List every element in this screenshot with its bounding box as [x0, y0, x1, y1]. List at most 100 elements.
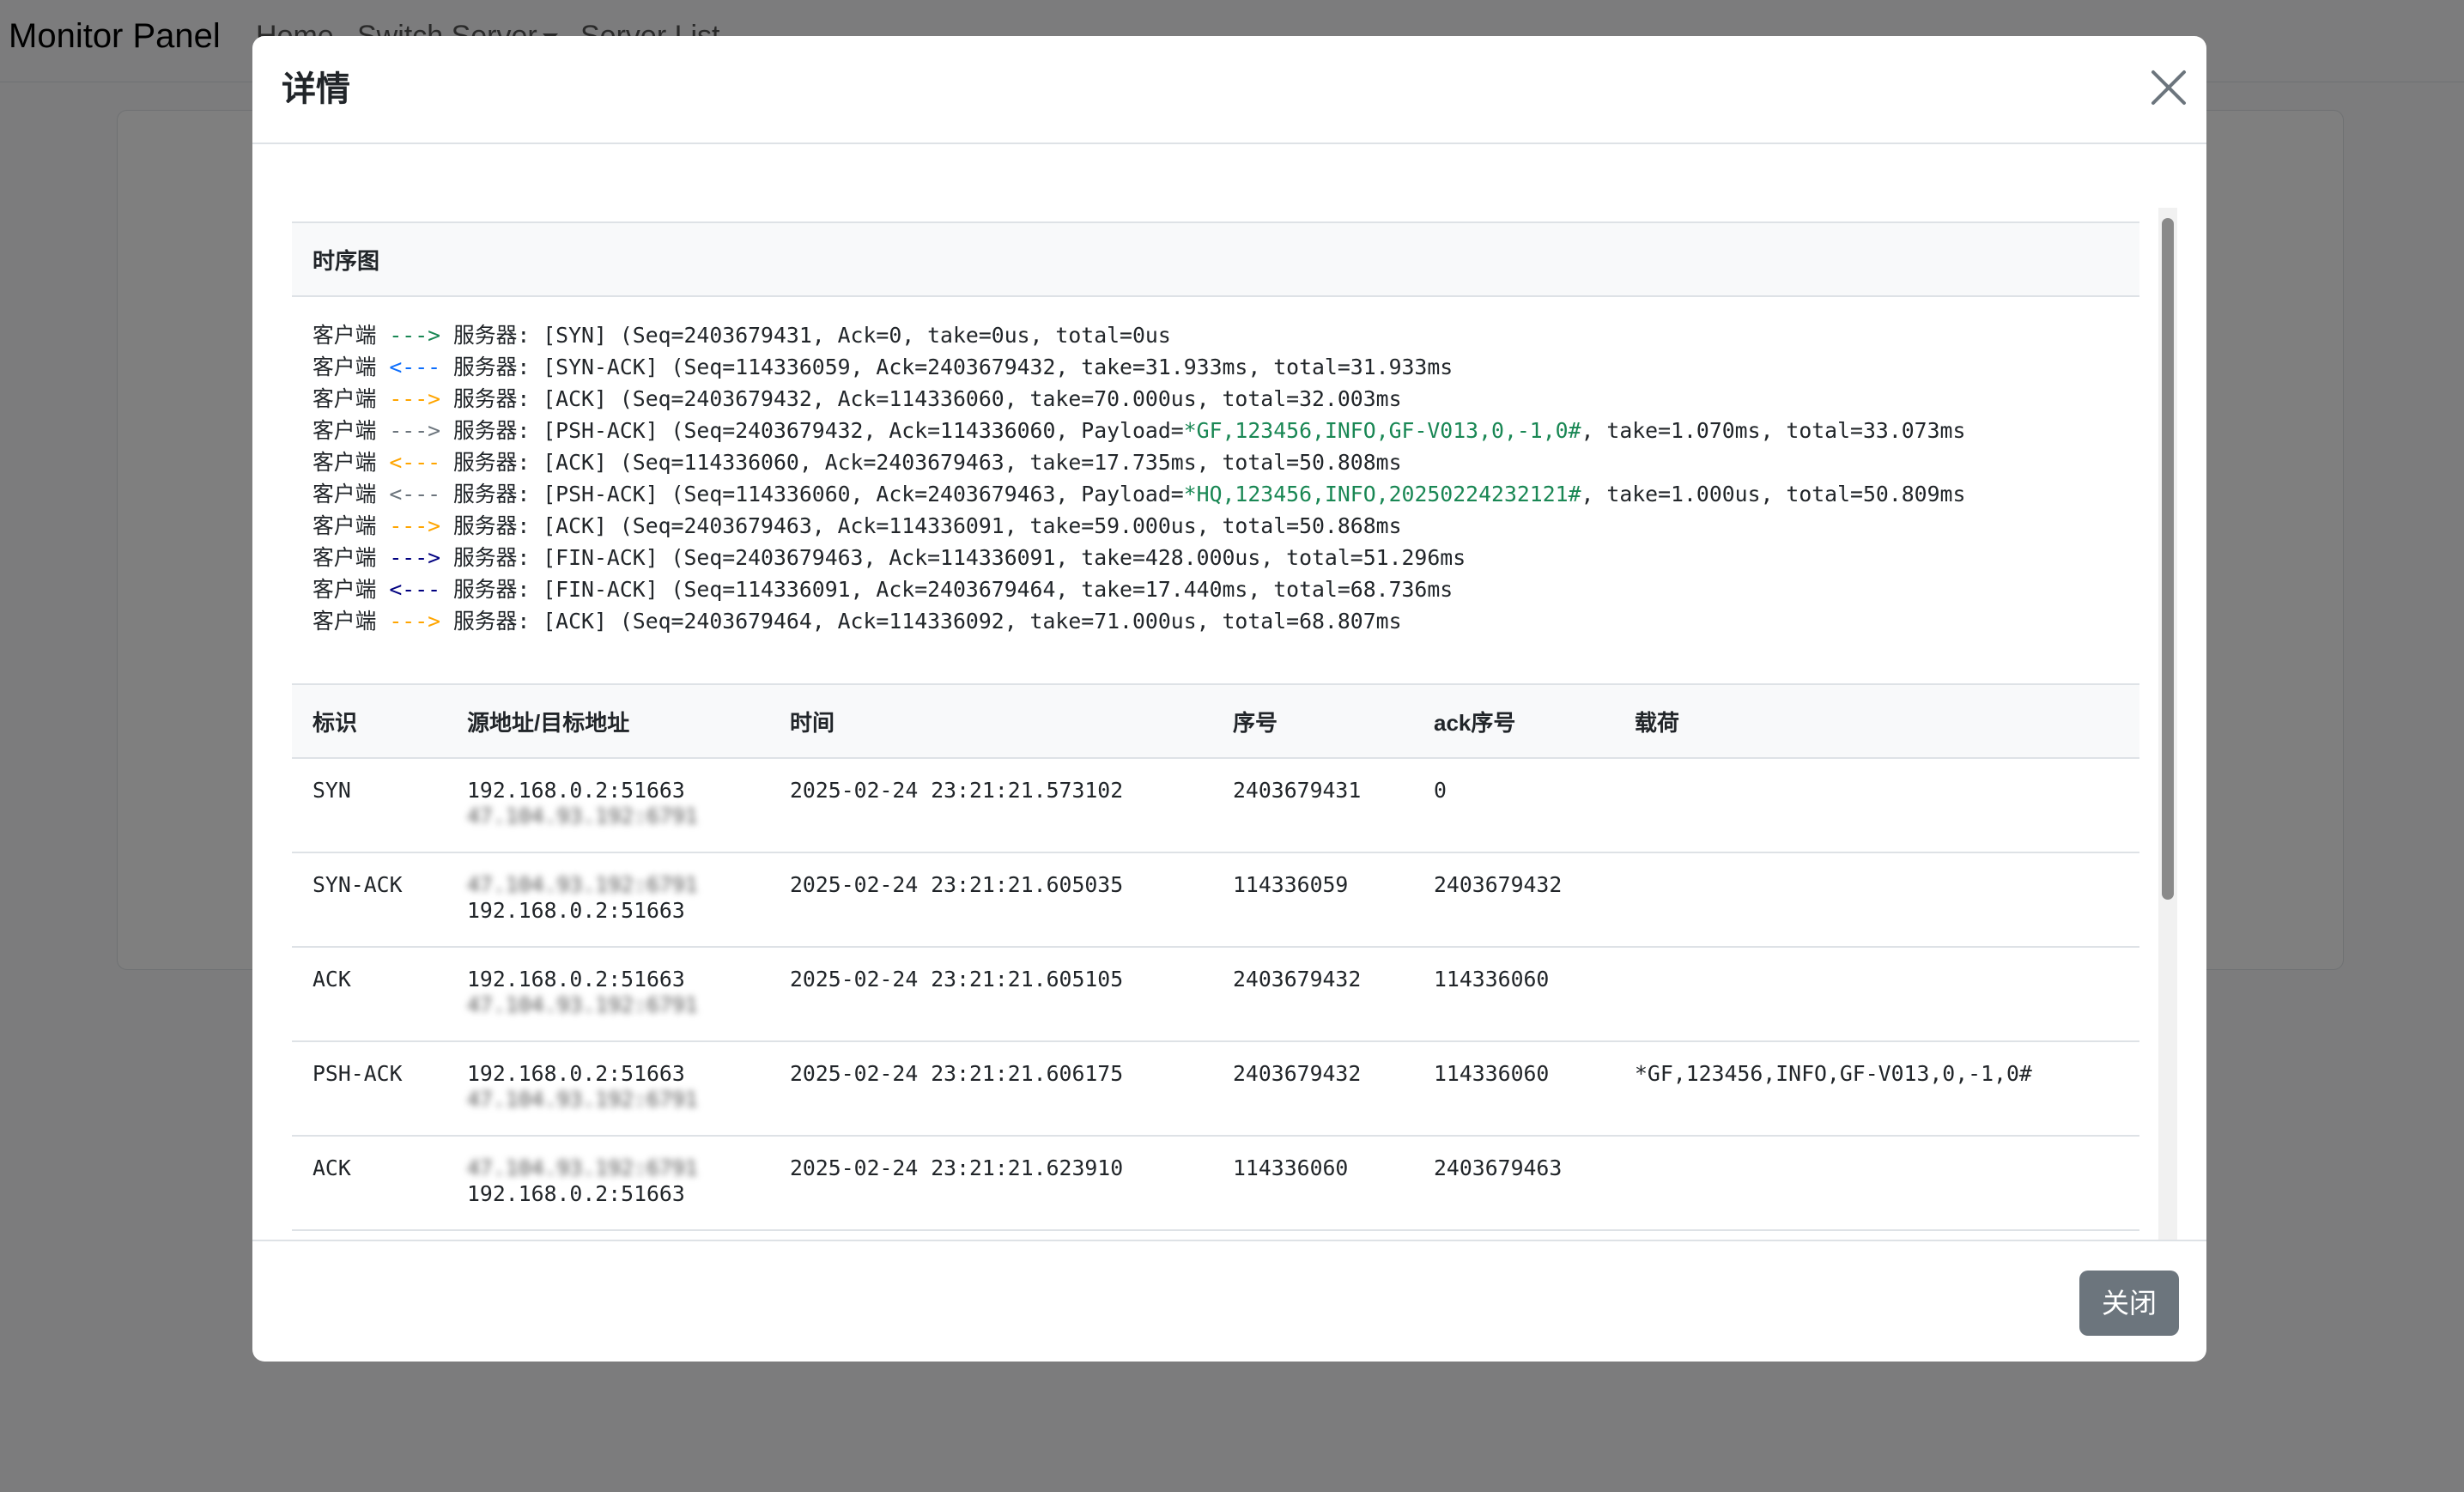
- source-address: 192.168.0.2:51663: [467, 778, 685, 803]
- source-address: 192.168.0.2:51663: [467, 1061, 685, 1086]
- sequence-packet-info: [PSH-ACK] (Seq=2403679432, Ack=114336060…: [530, 418, 1184, 443]
- sequence-server-label: 服务器:: [453, 450, 531, 475]
- sequence-packet-info: [ACK] (Seq=114336060, Ack=2403679463, ta…: [530, 450, 1402, 475]
- sequence-line: 客户端 ---> 服务器: [PSH-ACK] (Seq=2403679432,…: [313, 415, 2133, 446]
- source-address: 192.168.0.2:51663: [467, 967, 685, 992]
- source-address: 47.104.93.192:6791: [467, 872, 698, 897]
- sequence-packet-info: [SYN] (Seq=2403679431, Ack=0, take=0us, …: [530, 323, 1171, 348]
- sequence-packet-timing: , take=1.070ms, total=33.073ms: [1581, 418, 1966, 443]
- sequence-client-label: 客户端: [313, 577, 377, 602]
- sequence-server-label: 服务器:: [453, 323, 531, 348]
- table-row[interactable]: ACK 192.168.0.2:51663 47.104.93.192:6791 20…: [292, 948, 2139, 1042]
- sequence-line: 客户端 ---> 服务器: [ACK] (Seq=2403679463, Ack…: [313, 510, 2133, 542]
- cell-time: 2025-02-24 23:21:21.623910: [790, 1155, 1124, 1180]
- cell-seq: 2403679432: [1233, 967, 1362, 992]
- cell-ack: 2403679463: [1434, 1155, 1563, 1180]
- destination-address: 47.104.93.192:6791: [467, 1087, 698, 1112]
- table-row[interactable]: SYN-ACK 47.104.93.192:6791 192.168.0.2:516…: [292, 853, 2139, 948]
- sequence-arrow: <---: [389, 355, 441, 379]
- cell-time: 2025-02-24 23:21:21.606175: [790, 1061, 1124, 1086]
- cell-flag: ACK: [313, 1155, 351, 1180]
- sequence-server-label: 服务器:: [453, 513, 531, 538]
- cell-address: 192.168.0.2:51663 47.104.93.192:6791: [467, 778, 698, 829]
- cell-ack: 2403679432: [1434, 872, 1563, 897]
- sequence-packet-info: [FIN-ACK] (Seq=114336091, Ack=2403679464…: [530, 577, 1454, 602]
- sequence-client-label: 客户端: [313, 450, 377, 475]
- table-row[interactable]: PSH-ACK 192.168.0.2:51663 47.104.93.192:67…: [292, 1042, 2139, 1137]
- sequence-server-label: 服务器:: [453, 355, 531, 379]
- sequence-arrow: --->: [389, 418, 441, 443]
- sequence-packet-info: [FIN-ACK] (Seq=2403679463, Ack=114336091…: [530, 545, 1466, 570]
- cell-flag: ACK: [313, 967, 351, 992]
- sequence-client-label: 客户端: [313, 386, 377, 411]
- sequence-client-label: 客户端: [313, 513, 377, 538]
- sequence-line: 客户端 ---> 服务器: [SYN] (Seq=2403679431, Ack…: [313, 319, 2133, 351]
- sequence-server-label: 服务器:: [453, 609, 531, 634]
- sequence-arrow: <---: [389, 577, 441, 602]
- col-header-time: 时间: [790, 710, 835, 736]
- sequence-server-label: 服务器:: [453, 545, 531, 570]
- cell-address: 47.104.93.192:6791 192.168.0.2:51663: [467, 872, 698, 924]
- sequence-packet-timing: , take=1.000us, total=50.809ms: [1581, 482, 1966, 506]
- col-header-address: 源地址/目标地址: [467, 710, 630, 736]
- sequence-arrow: <---: [389, 482, 441, 506]
- cell-address: 192.168.0.2:51663 47.104.93.192:6791: [467, 1061, 698, 1113]
- sequence-server-label: 服务器:: [453, 577, 531, 602]
- close-button[interactable]: 关闭: [2079, 1271, 2179, 1336]
- close-icon[interactable]: [2150, 69, 2188, 106]
- sequence-client-label: 客户端: [313, 355, 377, 379]
- packet-table-header: 标识 源地址/目标地址 时间 序号 ack序号 载荷: [292, 683, 2139, 759]
- cell-flag: PSH-ACK: [313, 1061, 403, 1086]
- cell-address: 47.104.93.192:6791 192.168.0.2:51663: [467, 1155, 698, 1207]
- sequence-line: 客户端 ---> 服务器: [ACK] (Seq=2403679464, Ack…: [313, 605, 2133, 637]
- sequence-header: 时序图: [292, 221, 2139, 297]
- cell-seq: 114336059: [1233, 872, 1349, 897]
- sequence-arrow: <---: [389, 450, 441, 475]
- sequence-client-label: 客户端: [313, 609, 377, 634]
- modal-footer: 关闭: [252, 1240, 2206, 1362]
- col-header-payload: 载荷: [1635, 710, 1680, 736]
- cell-seq: 2403679431: [1233, 778, 1362, 803]
- scrollbar-thumb[interactable]: [2162, 218, 2174, 900]
- cell-time: 2025-02-24 23:21:21.605105: [790, 967, 1124, 992]
- col-header-flag: 标识: [313, 710, 358, 736]
- cell-seq: 114336060: [1233, 1155, 1349, 1180]
- modal-title: 详情: [282, 70, 350, 108]
- sequence-server-label: 服务器:: [453, 386, 531, 411]
- sequence-client-label: 客户端: [313, 418, 377, 443]
- cell-time: 2025-02-24 23:21:21.573102: [790, 778, 1124, 803]
- destination-address: 192.168.0.2:51663: [467, 1181, 685, 1206]
- sequence-payload: *GF,123456,INFO,GF-V013,0,-1,0#: [1183, 418, 1581, 443]
- sequence-line: 客户端 <--- 服务器: [FIN-ACK] (Seq=114336091, …: [313, 573, 2133, 605]
- sequence-line: 客户端 <--- 服务器: [PSH-ACK] (Seq=114336060, …: [313, 478, 2133, 510]
- destination-address: 192.168.0.2:51663: [467, 898, 685, 923]
- cell-flag: SYN-ACK: [313, 872, 403, 897]
- col-header-seq: 序号: [1233, 710, 1278, 736]
- cell-ack: 114336060: [1434, 1061, 1550, 1086]
- sequence-arrow: --->: [389, 609, 441, 634]
- sequence-title: 时序图: [313, 248, 380, 274]
- cell-ack: 114336060: [1434, 967, 1550, 992]
- sequence-server-label: 服务器:: [453, 418, 531, 443]
- cell-address: 192.168.0.2:51663 47.104.93.192:6791: [467, 967, 698, 1018]
- sequence-arrow: --->: [389, 545, 441, 570]
- table-row[interactable]: SYN 192.168.0.2:51663 47.104.93.192:6791 20…: [292, 759, 2139, 853]
- sequence-payload: *HQ,123456,INFO,20250224232121#: [1183, 482, 1581, 506]
- cell-flag: SYN: [313, 778, 351, 803]
- sequence-packet-info: [ACK] (Seq=2403679463, Ack=114336091, ta…: [530, 513, 1402, 538]
- sequence-arrow: --->: [389, 323, 441, 348]
- sequence-client-label: 客户端: [313, 323, 377, 348]
- modal-body[interactable]: 时序图 客户端 ---> 服务器: [SYN] (Seq=2403679431,…: [292, 172, 2177, 1240]
- col-header-ack: ack序号: [1434, 710, 1516, 736]
- cell-ack: 0: [1434, 778, 1447, 803]
- cell-seq: 2403679432: [1233, 1061, 1362, 1086]
- sequence-line: 客户端 ---> 服务器: [ACK] (Seq=2403679432, Ack…: [313, 383, 2133, 415]
- packet-table-body: SYN 192.168.0.2:51663 47.104.93.192:6791 20…: [292, 759, 2139, 1231]
- sequence-packet-info: [PSH-ACK] (Seq=114336060, Ack=2403679463…: [530, 482, 1184, 506]
- sequence-arrow: --->: [389, 386, 441, 411]
- sequence-client-label: 客户端: [313, 545, 377, 570]
- sequence-packet-info: [ACK] (Seq=2403679464, Ack=114336092, ta…: [530, 609, 1402, 634]
- table-row[interactable]: ACK 47.104.93.192:6791 192.168.0.2:51663 20…: [292, 1137, 2139, 1231]
- sequence-client-label: 客户端: [313, 482, 377, 506]
- destination-address: 47.104.93.192:6791: [467, 804, 698, 828]
